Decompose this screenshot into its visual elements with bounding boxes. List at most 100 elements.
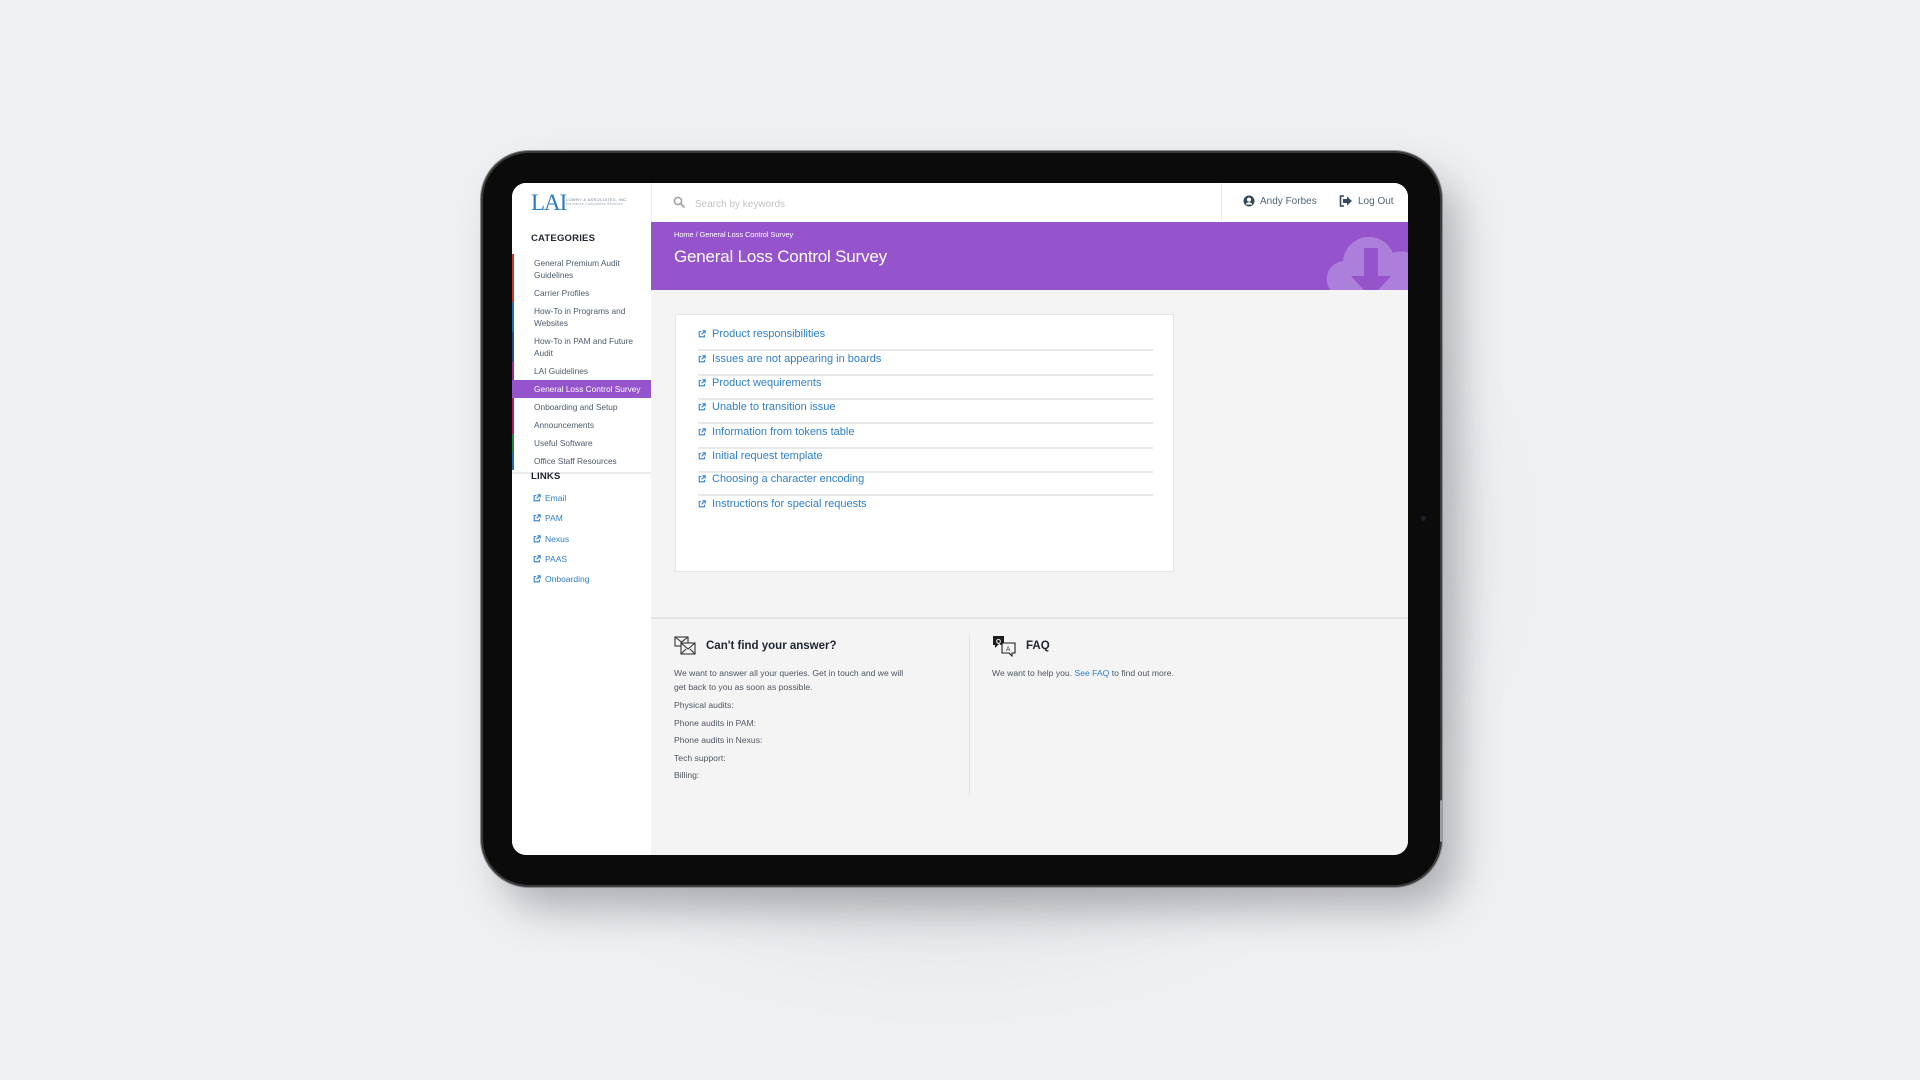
article-link[interactable]: Product responsibilities (698, 328, 825, 340)
faq-section: Q A FAQ We want to help you. See FAQ to … (992, 619, 1292, 681)
sidebar-item-category[interactable]: General Premium Audit Guidelines (512, 254, 651, 284)
logout-button[interactable]: Log Out (1339, 195, 1394, 207)
external-link-icon (533, 514, 541, 522)
article-link[interactable]: Choosing a character encoding (698, 473, 864, 485)
sidebar-link[interactable]: PAAS (533, 549, 589, 569)
sidebar-link[interactable]: PAM (533, 508, 589, 528)
qa-bubbles-icon: Q A (993, 636, 1016, 657)
contact-section: Can't find your answer? We want to answe… (674, 619, 974, 788)
cloud-download-icon (1326, 236, 1408, 290)
contact-header: Can't find your answer? (674, 633, 974, 659)
svg-text:Q: Q (996, 639, 1001, 646)
sidebar-item-category[interactable]: General Loss Control Survey (512, 380, 651, 398)
article-link[interactable]: Information from tokens table (698, 426, 854, 438)
sidebar-item-category[interactable]: Onboarding and Setup (512, 398, 651, 416)
article-title: Choosing a character encoding (712, 473, 865, 485)
article-link[interactable]: Unable to transition issue (698, 401, 836, 413)
categories-heading: CATEGORIES (531, 233, 596, 244)
svg-text:A: A (1006, 646, 1011, 653)
sidebar-item-category[interactable]: Office Staff Resources (512, 452, 651, 470)
sidebar-link-label: Email (545, 493, 567, 504)
camera-dot (1421, 516, 1426, 521)
sidebar-item-category[interactable]: How-To in Programs and Websites (512, 302, 651, 332)
external-link-icon (698, 500, 706, 508)
sidebar-link-label: PAAS (545, 554, 568, 565)
article-row: Instructions for special requests (698, 489, 1153, 519)
article-link[interactable]: Instructions for special requests (698, 498, 867, 510)
external-link-icon (533, 535, 541, 543)
sidebar-link-label: Onboarding (545, 574, 590, 585)
logo-tagline: Insurance Companies Services (566, 202, 623, 206)
links-list: Email PAM Nexus PAAS Onboarding (533, 488, 589, 589)
external-link-icon (698, 355, 706, 363)
envelopes-icon (674, 636, 696, 655)
page-title: General Loss Control Survey (674, 247, 887, 266)
sidebar-link[interactable]: Email (533, 488, 589, 508)
faq-text: We want to help you. See FAQ to find out… (992, 667, 1312, 681)
sidebar-item-category[interactable]: Announcements (512, 416, 651, 434)
logo[interactable]: LAI LOWRY & ASSOCIATES, INC. Insurance C… (512, 183, 652, 222)
sidebar-link[interactable]: Nexus (533, 529, 589, 549)
sidebar-link-label: Nexus (545, 533, 570, 544)
external-link-icon (698, 452, 706, 460)
external-link-icon (698, 475, 706, 483)
help-footer: Can't find your answer? We want to answe… (651, 617, 1408, 855)
article-list-card: Product responsibilities Issues are not a… (675, 314, 1174, 572)
faq-header: Q A FAQ (992, 633, 1292, 659)
sidebar-item-category[interactable]: How-To in PAM and Future Audit (512, 332, 651, 362)
contact-row: Phone audits in PAM: (674, 717, 757, 728)
search-input[interactable] (693, 193, 1197, 215)
logo-text: LOWRY & ASSOCIATES, INC. Insurance Compa… (566, 197, 628, 207)
logout-icon (1339, 195, 1352, 207)
contact-rows: Physical audits: Phone audits in PAM: Phon… (674, 700, 974, 788)
see-faq-link[interactable]: See FAQ (1075, 668, 1110, 678)
external-link-icon (698, 428, 706, 436)
user-name: Andy Forbes (1260, 195, 1317, 207)
external-link-icon (533, 555, 541, 563)
article-title: Instructions for special requests (712, 498, 867, 510)
sidebar-item-category[interactable]: Useful Software (512, 434, 651, 452)
side-button (1440, 800, 1443, 842)
article-title: Product responsibilities (712, 328, 826, 340)
faq-text-before: We want to help you. (992, 668, 1073, 678)
external-link-icon (698, 379, 706, 387)
contact-row: Phone audits in Nexus: (674, 735, 763, 745)
external-link-icon (533, 494, 541, 502)
faq-title: FAQ (1026, 640, 1050, 652)
app-screen: LAI LOWRY & ASSOCIATES, INC. Insurance C… (512, 183, 1408, 855)
sidebar: CATEGORIES General Premium Audit Guideli… (512, 222, 651, 855)
article-link[interactable]: Issues are not appearing in boards (698, 353, 881, 365)
article-link[interactable]: Initial request template (698, 450, 823, 462)
article-link[interactable]: Product wequirements (698, 377, 821, 389)
logo-mark: LAI (531, 190, 567, 215)
breadcrumb[interactable]: Home / General Loss Control Survey (674, 230, 793, 239)
sidebar-link[interactable]: Onboarding (533, 569, 589, 589)
user-menu[interactable]: Andy Forbes (1243, 195, 1317, 207)
sidebar-item-category[interactable]: LAI Guidelines (512, 362, 651, 380)
contact-row: Billing: (674, 770, 700, 780)
links-heading: LINKS (531, 471, 561, 482)
search-bar (651, 183, 1222, 222)
top-bar: LAI LOWRY & ASSOCIATES, INC. Insurance C… (512, 183, 1408, 223)
external-link-icon (698, 330, 706, 338)
article-title: Issues are not appearing in boards (712, 353, 882, 365)
footer-divider (969, 635, 970, 795)
contact-row: Physical audits: (674, 700, 734, 710)
article-title: Information from tokens table (712, 426, 855, 438)
page-banner: Home / General Loss Control Survey Gener… (651, 222, 1408, 290)
user-avatar-icon (1243, 195, 1255, 207)
category-list: General Premium Audit Guidelines Carrier … (512, 254, 651, 474)
article-title: Initial request template (712, 450, 823, 462)
sidebar-link-label: PAM (545, 513, 563, 524)
external-link-icon (698, 403, 706, 411)
contact-row: Tech support: (674, 752, 726, 763)
article-title: Product wequirements (712, 377, 822, 389)
logout-label: Log Out (1358, 195, 1394, 207)
contact-text: We want to answer all your queries. Get … (674, 668, 904, 692)
sidebar-item-category[interactable]: Carrier Profiles (512, 284, 651, 302)
contact-title: Can't find your answer? (706, 640, 837, 652)
external-link-icon (533, 575, 541, 583)
search-icon (673, 196, 685, 208)
article-title: Unable to transition issue (712, 401, 836, 413)
faq-text-after: to find out more. (1111, 668, 1174, 678)
